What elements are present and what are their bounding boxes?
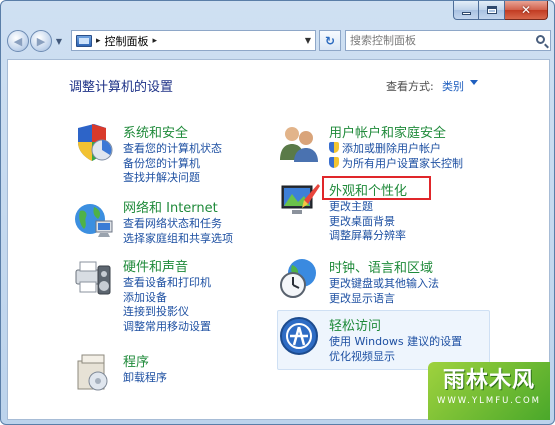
navigation-bar: ◀ ▶ ▼ ▸ 控制面板 ▸ ▼ ↻: [7, 27, 551, 55]
link-change-theme[interactable]: 更改主题: [329, 200, 406, 215]
caption-buttons: ✕: [453, 1, 548, 21]
content-area: 调整计算机的设置 查看方式: 类别 系统和安全 查看您的计算机状态 备份您的计算…: [7, 59, 550, 420]
search-input[interactable]: [350, 34, 530, 47]
shield-chart-icon[interactable]: [72, 122, 114, 164]
back-button[interactable]: ◀: [7, 30, 29, 52]
close-icon: ✕: [520, 3, 532, 17]
link-devices-printers[interactable]: 查看设备和打印机: [123, 276, 211, 291]
link-homegroup-sharing[interactable]: 选择家庭组和共享选项: [123, 232, 233, 247]
link-add-remove-accounts[interactable]: 添加或删除用户帐户: [329, 142, 463, 157]
link-view-computer-status[interactable]: 查看您的计算机状态: [123, 142, 222, 157]
users-icon[interactable]: [278, 122, 320, 164]
link-label[interactable]: 添加或删除用户帐户: [342, 142, 441, 155]
link-network-status[interactable]: 查看网络状态和任务: [123, 217, 233, 232]
watermark-text: 雨林木风: [442, 368, 535, 393]
category-links: 查看设备和打印机 添加设备 连接到投影仪 调整常用移动设置: [123, 276, 211, 334]
maximize-button[interactable]: [479, 1, 505, 20]
link-keyboard-input[interactable]: 更改键盘或其他输入法: [329, 277, 439, 292]
address-dropdown-icon[interactable]: ▼: [305, 36, 311, 45]
page-title: 调整计算机的设置: [69, 80, 174, 95]
ease-of-access-icon[interactable]: [278, 315, 320, 357]
back-arrow-icon: ◀: [13, 34, 23, 48]
printer-speaker-icon[interactable]: [72, 256, 114, 298]
control-panel-icon: [76, 34, 92, 47]
link-display-language[interactable]: 更改显示语言: [329, 292, 439, 307]
link-troubleshoot[interactable]: 查找并解决问题: [123, 171, 222, 186]
link-backup-computer[interactable]: 备份您的计算机: [123, 157, 222, 172]
link-parental-controls[interactable]: 为所有用户设置家长控制: [329, 156, 463, 172]
search-icon[interactable]: [536, 35, 545, 44]
control-panel-window: ✕ ◀ ▶ ▼ ▸ 控制面板 ▸ ▼ ↻ 调整计算机的设置 查看方式: 类别: [0, 0, 555, 425]
address-bar[interactable]: ▸ 控制面板 ▸ ▼: [71, 30, 316, 51]
programs-box-icon[interactable]: [72, 351, 114, 393]
refresh-icon: ↻: [324, 33, 336, 48]
uac-shield-icon: [329, 156, 339, 168]
breadcrumb-separator[interactable]: ▸: [96, 36, 101, 46]
minimize-icon: [461, 11, 471, 15]
link-uninstall-program[interactable]: 卸载程序: [123, 371, 167, 386]
category-links: 添加或删除用户帐户 为所有用户设置家长控制: [329, 142, 463, 171]
category-links: 使用 Windows 建议的设置 优化视频显示: [329, 335, 462, 364]
category-title[interactable]: 用户帐户和家庭安全: [329, 122, 446, 141]
refresh-button[interactable]: ↻: [319, 30, 341, 51]
category-links: 查看您的计算机状态 备份您的计算机 查找并解决问题: [123, 142, 222, 186]
minimize-button[interactable]: [453, 1, 479, 20]
link-label[interactable]: 为所有用户设置家长控制: [342, 157, 463, 170]
link-add-device[interactable]: 添加设备: [123, 291, 211, 306]
category-links: 查看网络状态和任务 选择家庭组和共享选项: [123, 217, 233, 246]
forward-arrow-icon: ▶: [36, 34, 46, 48]
view-by-label: 查看方式:: [386, 80, 434, 93]
network-globe-icon[interactable]: [72, 197, 114, 239]
category-links: 更改主题 更改桌面背景 调整屏幕分辨率: [329, 200, 406, 244]
link-mobility-settings[interactable]: 调整常用移动设置: [123, 320, 211, 335]
link-recommended-settings[interactable]: 使用 Windows 建议的设置: [329, 335, 462, 350]
link-desktop-background[interactable]: 更改桌面背景: [329, 215, 406, 230]
category-title[interactable]: 硬件和声音: [123, 256, 188, 275]
view-by-dropdown[interactable]: 类别: [442, 78, 464, 94]
view-by-chevron-icon[interactable]: [470, 80, 478, 85]
category-title[interactable]: 轻松访问: [329, 315, 381, 334]
appearance-monitor-icon[interactable]: [278, 180, 320, 222]
category-title[interactable]: 网络和 Internet: [123, 197, 218, 216]
search-box[interactable]: [345, 30, 551, 51]
category-title[interactable]: 程序: [123, 351, 149, 370]
chevron-down-icon: ▼: [55, 36, 63, 46]
breadcrumb-separator-trailing[interactable]: ▸: [153, 36, 158, 46]
recent-pages-dropdown[interactable]: ▼: [54, 37, 64, 46]
clock-globe-icon[interactable]: [278, 257, 320, 299]
category-links: 更改键盘或其他输入法 更改显示语言: [329, 277, 439, 306]
watermark-url: WWW.YLMFU.COM: [437, 396, 541, 406]
category-title[interactable]: 系统和安全: [123, 122, 188, 141]
maximize-icon: [486, 6, 497, 14]
forward-button[interactable]: ▶: [30, 30, 52, 52]
watermark-logo: 雨林木风 WWW.YLMFU.COM: [428, 362, 550, 420]
category-title[interactable]: 时钟、语言和区域: [329, 257, 433, 276]
link-screen-resolution[interactable]: 调整屏幕分辨率: [329, 229, 406, 244]
link-connect-projector[interactable]: 连接到投影仪: [123, 305, 211, 320]
breadcrumb-control-panel[interactable]: 控制面板: [105, 33, 149, 49]
annotation-highlight-box: [322, 176, 431, 200]
uac-shield-icon: [329, 142, 339, 153]
category-links: 卸载程序: [123, 371, 167, 386]
close-button[interactable]: ✕: [505, 1, 548, 20]
